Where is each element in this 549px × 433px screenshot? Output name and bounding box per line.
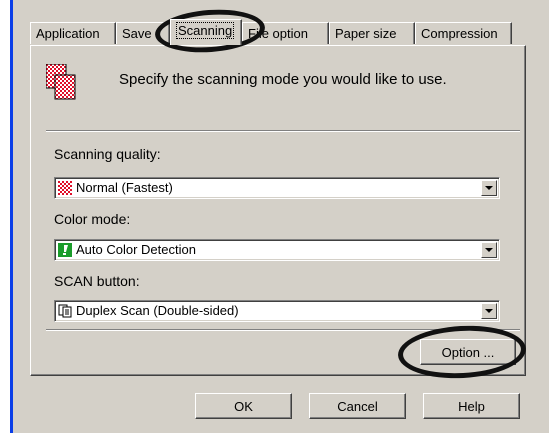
chevron-down-icon[interactable] <box>481 303 497 319</box>
scan-button-value: Duplex Scan (Double-sided) <box>76 303 239 318</box>
color-mode-label: Color mode: <box>54 211 131 227</box>
tab-label: Paper size <box>335 26 397 41</box>
scan-button-select[interactable]: Duplex Scan (Double-sided) <box>54 300 500 322</box>
color-mode-select[interactable]: Auto Color Detection <box>54 239 500 261</box>
cancel-button[interactable]: Cancel <box>309 393 406 419</box>
chevron-down-icon[interactable] <box>481 242 497 258</box>
green-exclamation-icon <box>58 243 72 257</box>
tab-label: Application <box>36 26 100 41</box>
header-divider <box>46 130 520 132</box>
scan-button-label: SCAN button: <box>54 273 140 289</box>
tab-label: Scanning <box>176 22 235 39</box>
tab-label: Save <box>122 26 152 41</box>
tab-application[interactable]: Application <box>30 22 116 44</box>
scanning-quality-label: Scanning quality: <box>54 146 161 162</box>
checkered-pages-icon <box>46 64 76 100</box>
scanning-quality-value: Normal (Fastest) <box>76 180 173 195</box>
tab-compression[interactable]: Compression <box>415 22 512 44</box>
left-edge-strip <box>0 0 13 433</box>
tab-label: Compression <box>421 26 498 41</box>
red-checker-icon <box>58 181 72 195</box>
header-instruction: Specify the scanning mode you would like… <box>119 71 447 88</box>
scanning-quality-select[interactable]: Normal (Fastest) <box>54 177 500 199</box>
color-mode-value: Auto Color Detection <box>76 242 196 257</box>
ok-button[interactable]: OK <box>195 393 292 419</box>
duplex-document-icon <box>58 304 72 318</box>
tab-scanning[interactable]: Scanning <box>170 19 242 45</box>
help-button[interactable]: Help <box>423 393 520 419</box>
chevron-down-icon[interactable] <box>481 180 497 196</box>
tab-paper-size[interactable]: Paper size <box>329 22 415 44</box>
